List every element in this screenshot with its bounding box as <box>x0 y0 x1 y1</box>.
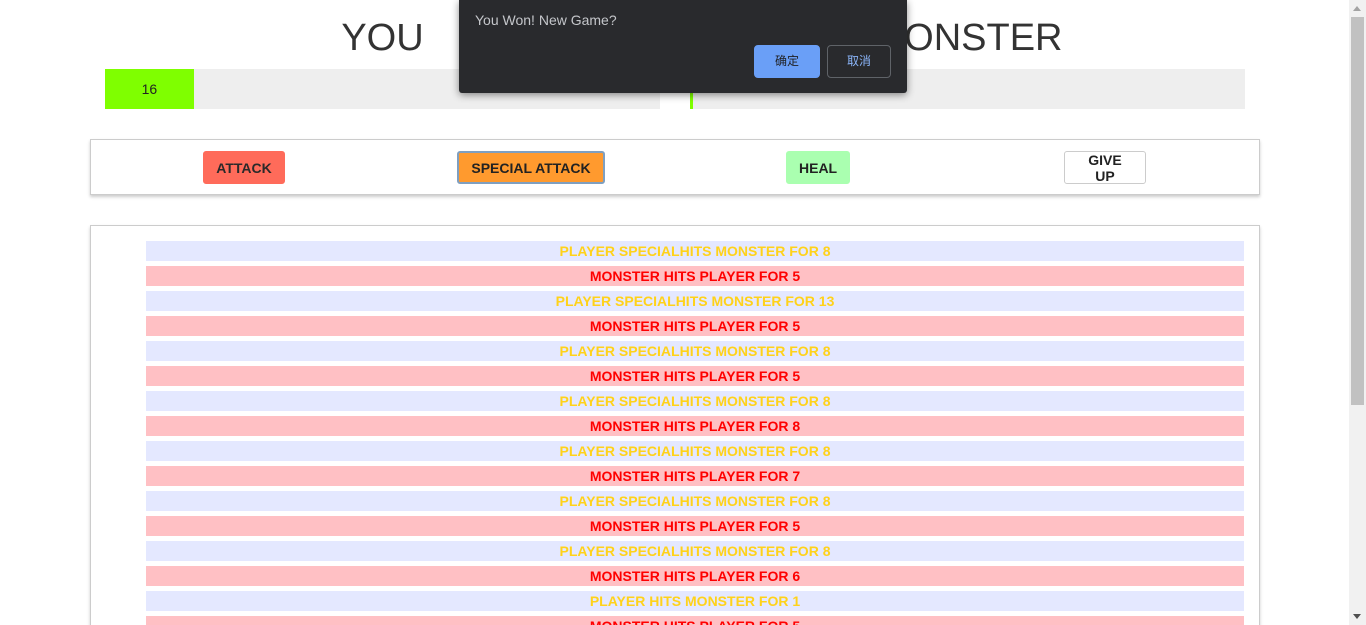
scrollbar-thumb[interactable] <box>1351 17 1364 405</box>
log-item-player: PLAYER SPECIALHITS MONSTER FOR 8 <box>146 541 1244 561</box>
log-item-player: PLAYER SPECIALHITS MONSTER FOR 13 <box>146 291 1244 311</box>
log-item-monster: MONSTER HITS PLAYER FOR 8 <box>146 416 1244 436</box>
log-item-monster: MONSTER HITS PLAYER FOR 5 <box>146 366 1244 386</box>
log-item-player: PLAYER SPECIALHITS MONSTER FOR 8 <box>146 491 1244 511</box>
battle-log: PLAYER SPECIALHITS MONSTER FOR 8 MONSTER … <box>90 225 1260 625</box>
log-item-monster: MONSTER HITS PLAYER FOR 7 <box>146 466 1244 486</box>
log-item-monster: MONSTER HITS PLAYER FOR 5 <box>146 266 1244 286</box>
log-item-monster: MONSTER HITS PLAYER FOR 5 <box>146 616 1244 625</box>
dialog-message: You Won! New Game? <box>475 12 617 28</box>
dialog-ok-button[interactable]: 确定 <box>754 45 820 78</box>
scroll-up-arrow-icon[interactable] <box>1353 6 1361 11</box>
log-item-monster: MONSTER HITS PLAYER FOR 6 <box>146 566 1244 586</box>
log-list: PLAYER SPECIALHITS MONSTER FOR 8 MONSTER … <box>91 226 1259 625</box>
log-item-player: PLAYER SPECIALHITS MONSTER FOR 8 <box>146 241 1244 261</box>
special-attack-button[interactable]: SPECIAL ATTACK <box>457 151 605 184</box>
log-item-monster: MONSTER HITS PLAYER FOR 5 <box>146 316 1244 336</box>
heal-button[interactable]: HEAL <box>786 151 850 184</box>
attack-button[interactable]: ATTACK <box>203 151 285 184</box>
page-scrollbar[interactable] <box>1349 0 1366 625</box>
log-item-player: PLAYER SPECIALHITS MONSTER FOR 8 <box>146 341 1244 361</box>
scroll-down-arrow-icon[interactable] <box>1353 614 1361 619</box>
controls-panel: ATTACK SPECIAL ATTACK HEAL GIVE UP <box>90 139 1260 195</box>
player-health-fill: 16 <box>105 69 194 109</box>
confirm-dialog: You Won! New Game? 确定 取消 <box>459 0 907 93</box>
log-item-monster: MONSTER HITS PLAYER FOR 5 <box>146 516 1244 536</box>
give-up-button[interactable]: GIVE UP <box>1064 151 1146 184</box>
dialog-cancel-button[interactable]: 取消 <box>827 45 891 78</box>
log-item-player: PLAYER SPECIALHITS MONSTER FOR 8 <box>146 391 1244 411</box>
log-item-player: PLAYER SPECIALHITS MONSTER FOR 8 <box>146 441 1244 461</box>
game-page: YOU MONSTER 16 ATTACK SPECIAL ATTACK HEA… <box>0 0 1366 625</box>
log-item-player: PLAYER HITS MONSTER FOR 1 <box>146 591 1244 611</box>
